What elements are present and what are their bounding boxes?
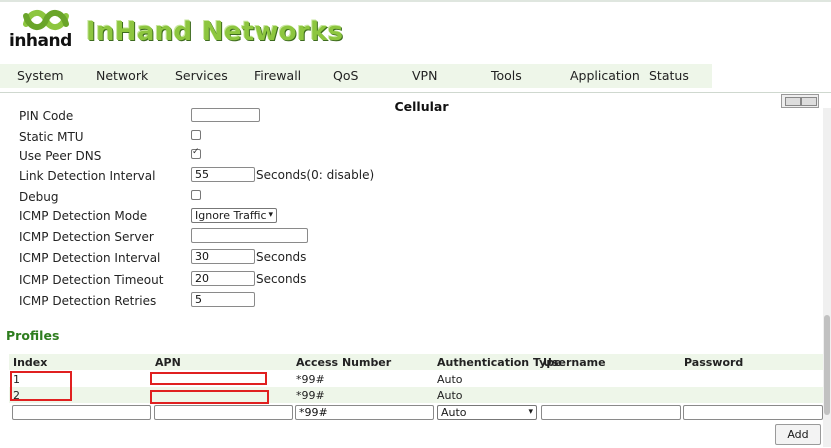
icmp-mode-label: ICMP Detection Mode: [19, 209, 148, 223]
new-auth-type-select[interactable]: Auto ▾: [437, 405, 537, 420]
index-highlight-box: [10, 371, 72, 401]
nav-services[interactable]: Services: [175, 68, 228, 83]
nav-qos[interactable]: QoS: [333, 68, 358, 83]
static-mtu-checkbox[interactable]: [191, 130, 201, 140]
row-access-number: *99#: [296, 389, 325, 402]
brand-title: InHand Networks: [86, 17, 344, 47]
nav-system[interactable]: System: [17, 68, 64, 83]
debug-checkbox[interactable]: [191, 190, 201, 200]
top-border: [0, 0, 831, 2]
new-username-input[interactable]: [541, 405, 681, 420]
row-auth-type: Auto: [437, 373, 463, 386]
new-access-number-input[interactable]: [295, 405, 434, 420]
use-peer-dns-checkbox[interactable]: [191, 147, 201, 159]
icmp-timeout-suffix: Seconds: [256, 272, 307, 286]
new-index-input[interactable]: [12, 405, 151, 420]
new-auth-type-value: Auto: [441, 406, 467, 419]
nav-vpn[interactable]: VPN: [412, 68, 437, 83]
row-auth-type: Auto: [437, 389, 463, 402]
link-detection-interval-label: Link Detection Interval: [19, 169, 156, 183]
icmp-mode-value: Ignore Traffic: [195, 209, 267, 222]
icmp-timeout-input[interactable]: [191, 271, 255, 286]
link-detection-interval-input[interactable]: [191, 167, 255, 182]
apn-highlight-box: [150, 372, 267, 385]
row-access-number: *99#: [296, 373, 325, 386]
new-apn-input[interactable]: [154, 405, 293, 420]
icmp-server-input[interactable]: [191, 228, 308, 243]
logo-wordmark: inhand: [9, 31, 72, 51]
icmp-interval-suffix: Seconds: [256, 250, 307, 264]
main-nav: System Network Services Firewall QoS VPN…: [0, 64, 712, 88]
header: inhand InHand Networks: [0, 0, 831, 64]
use-peer-dns-label: Use Peer DNS: [19, 149, 102, 163]
icmp-server-label: ICMP Detection Server: [19, 230, 154, 244]
icmp-timeout-label: ICMP Detection Timeout: [19, 273, 164, 287]
col-username: Username: [543, 356, 606, 369]
table-row[interactable]: [9, 387, 823, 403]
link-detection-interval-suffix: Seconds(0: disable): [256, 168, 375, 182]
scrollbar-thumb[interactable]: [824, 315, 830, 415]
chevron-down-icon: ▾: [268, 210, 273, 220]
icmp-interval-input[interactable]: [191, 249, 255, 264]
chevron-down-icon: ▾: [528, 407, 533, 417]
icmp-mode-select[interactable]: Ignore Traffic ▾: [191, 208, 277, 223]
static-mtu-label: Static MTU: [19, 130, 84, 144]
icmp-retries-label: ICMP Detection Retries: [19, 294, 157, 308]
add-profile-button[interactable]: Add: [775, 424, 821, 445]
col-index: Index: [13, 356, 48, 369]
debug-label: Debug: [19, 190, 59, 204]
nav-application[interactable]: Application: [570, 68, 640, 83]
nav-firewall[interactable]: Firewall: [254, 68, 301, 83]
table-row[interactable]: [9, 371, 823, 387]
nav-network[interactable]: Network: [96, 68, 148, 83]
profiles-heading: Profiles: [6, 328, 60, 343]
nav-spacer: [712, 64, 831, 88]
pin-code-input[interactable]: [191, 108, 260, 122]
col-access-number: Access Number: [296, 356, 392, 369]
icmp-retries-input[interactable]: [191, 292, 255, 307]
apn-highlight-box: [150, 390, 269, 404]
nav-status[interactable]: Status: [649, 68, 689, 83]
pin-code-label: PIN Code: [19, 109, 74, 121]
col-password: Password: [684, 356, 744, 369]
new-password-input[interactable]: [683, 405, 823, 420]
nav-tools[interactable]: Tools: [491, 68, 522, 83]
col-apn: APN: [155, 356, 181, 369]
panel-title: Cellular: [394, 99, 449, 114]
icmp-interval-label: ICMP Detection Interval: [19, 251, 161, 265]
